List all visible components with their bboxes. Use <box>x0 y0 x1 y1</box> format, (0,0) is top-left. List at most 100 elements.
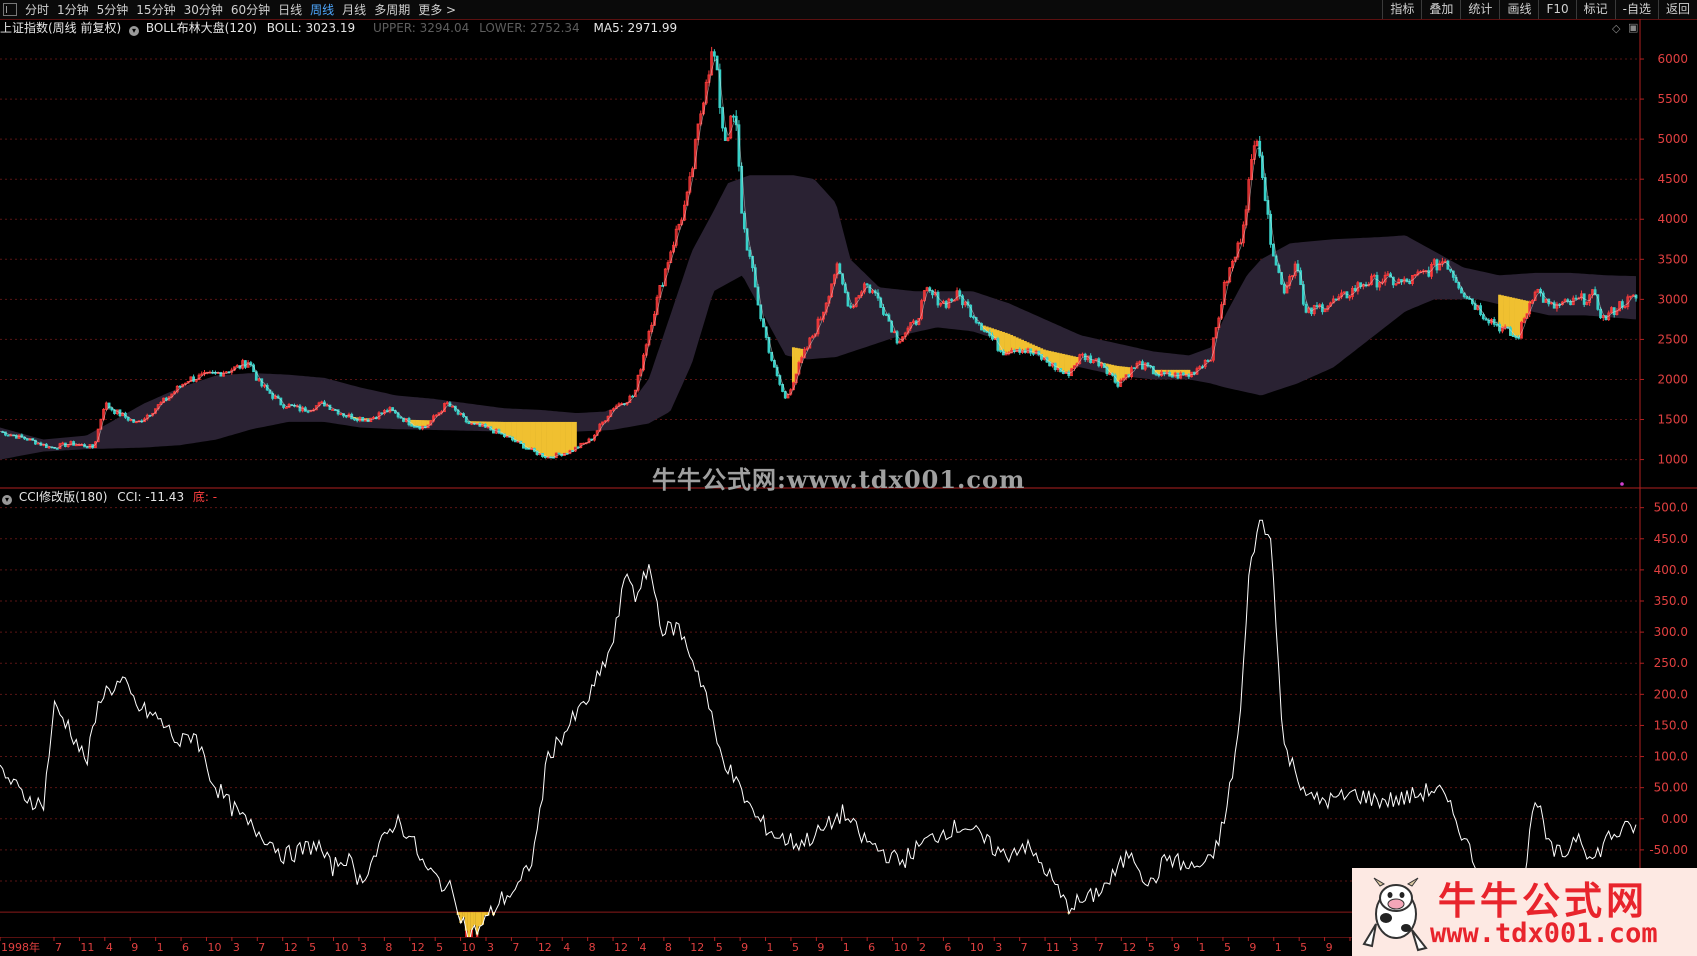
period-tab-9[interactable]: 多周期 <box>370 1 414 18</box>
oversold-fill <box>516 421 520 442</box>
date-label: 7 <box>55 941 62 954</box>
layout-toggle-icon[interactable] <box>3 3 17 16</box>
date-label: 7 <box>512 941 519 954</box>
oversold-fill <box>519 421 523 444</box>
cci-tick-label: -50.00 <box>1649 843 1688 857</box>
toolbar-button-6[interactable]: -自选 <box>1614 0 1658 19</box>
oversold-fill <box>1121 366 1125 379</box>
date-label: 9 <box>1249 941 1256 954</box>
candle-body <box>1315 305 1319 307</box>
oversold-fill <box>552 421 556 458</box>
candle-body <box>1282 283 1286 294</box>
cci-tick-label: 0.00 <box>1661 812 1688 826</box>
toolbar-button-0[interactable]: 指标 <box>1382 0 1421 19</box>
candle-body <box>298 405 302 412</box>
candle-body <box>410 424 414 427</box>
date-label: 10 <box>894 941 908 954</box>
period-tab-8[interactable]: 月线 <box>338 1 370 18</box>
candle-body <box>1449 268 1452 272</box>
candle-body <box>712 51 716 57</box>
candle-body <box>732 115 735 118</box>
price-tick-label: 5500 <box>1657 92 1688 106</box>
candle-body <box>950 298 954 302</box>
candle-body <box>884 314 888 316</box>
candle-body <box>1408 281 1412 284</box>
candle-body <box>996 338 1000 351</box>
period-tab-0[interactable]: 分时 <box>21 1 53 18</box>
date-label: 4 <box>106 941 113 954</box>
date-label: 8 <box>385 941 392 954</box>
candle-body <box>1296 263 1300 272</box>
toolbar-button-3[interactable]: 画线 <box>1499 0 1538 19</box>
toolbar-button-2[interactable]: 统计 <box>1460 0 1499 19</box>
candle-body <box>55 447 59 450</box>
oversold-fill <box>530 421 534 449</box>
period-tab-5[interactable]: 60分钟 <box>227 1 274 18</box>
candle-body <box>1599 308 1602 319</box>
candle-body <box>1574 297 1578 300</box>
date-label: 4 <box>563 941 570 954</box>
candle-body <box>1552 302 1556 309</box>
oversold-fill <box>560 421 564 456</box>
oversold-fill <box>527 421 531 450</box>
cci-bottom-bar <box>473 912 476 926</box>
oversold-fill <box>543 421 547 458</box>
candle-body <box>1083 353 1087 361</box>
candle-body <box>353 418 356 421</box>
date-label: 12 <box>411 941 425 954</box>
marker-dot <box>1620 482 1624 486</box>
candle-body <box>524 447 528 450</box>
oversold-fill <box>549 421 553 458</box>
toolbar-button-4[interactable]: F10 <box>1538 0 1575 19</box>
toolbar-button-7[interactable]: 返回 <box>1657 0 1697 19</box>
date-label: 1 <box>843 941 850 954</box>
date-label: 12 <box>690 941 704 954</box>
oversold-fill <box>1525 300 1529 314</box>
candle-body <box>944 301 948 308</box>
date-label: 12 <box>614 941 628 954</box>
oversold-fill <box>1517 298 1521 339</box>
cci-bottom-bar <box>478 912 482 927</box>
price-tick-label: 2000 <box>1657 372 1688 386</box>
cci-tick-label: 350.0 <box>1654 594 1688 608</box>
oversold-fill <box>1514 298 1518 338</box>
date-label: 10 <box>335 941 349 954</box>
period-tab-2[interactable]: 5分钟 <box>93 1 133 18</box>
cci-tick-label: 150.0 <box>1654 718 1688 732</box>
cci-tick-label: 450.0 <box>1654 532 1688 546</box>
oversold-fill <box>1511 297 1515 337</box>
candle-body <box>192 376 195 382</box>
candle-body <box>1062 371 1065 374</box>
period-tab-4[interactable]: 30分钟 <box>180 1 227 18</box>
period-tab-6[interactable]: 日线 <box>274 1 306 18</box>
date-label: 1 <box>1275 941 1282 954</box>
price-tick-label: 5000 <box>1657 132 1688 146</box>
oversold-fill <box>1519 299 1523 323</box>
candle-body <box>557 452 561 455</box>
oversold-fill <box>1500 295 1504 328</box>
cci-tick-label: 500.0 <box>1654 501 1688 515</box>
main-price-chart[interactable]: 6000 5500 5000 4500 4000 3500 3000 2500 2000 1500… <box>0 19 1697 489</box>
candle-body <box>865 283 869 286</box>
candle-body <box>972 316 975 319</box>
candle-body <box>344 415 348 418</box>
period-tab-7[interactable]: 周线 <box>306 1 338 18</box>
candle-body <box>1141 361 1144 370</box>
period-tab-1[interactable]: 1分钟 <box>53 1 93 18</box>
oversold-fill <box>1506 296 1510 328</box>
oversold-fill <box>791 347 795 383</box>
center-watermark: 牛牛公式网:www.tdx001.com <box>652 465 1026 494</box>
candle-body <box>936 292 940 306</box>
toolbar-button-5[interactable]: 标记 <box>1575 0 1615 19</box>
candle-body <box>1154 373 1158 376</box>
date-label: 5 <box>716 941 723 954</box>
price-tick-label: 1000 <box>1657 453 1688 467</box>
toolbar-button-1[interactable]: 叠加 <box>1421 0 1460 19</box>
date-label: 5 <box>792 941 799 954</box>
logo-title: 牛牛公式网 <box>1438 878 1649 923</box>
candle-body <box>1304 303 1308 313</box>
period-tab-10[interactable]: 更多 > <box>414 1 460 18</box>
date-label: 3 <box>233 941 240 954</box>
date-label: 9 <box>817 941 824 954</box>
period-tab-3[interactable]: 15分钟 <box>132 1 179 18</box>
